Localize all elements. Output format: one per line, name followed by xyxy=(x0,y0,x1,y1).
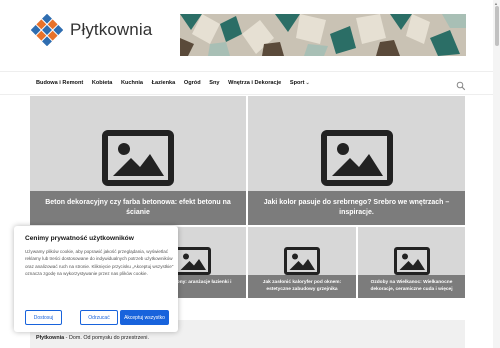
image-placeholder-icon xyxy=(102,130,174,186)
post-title[interactable]: Ozdoby na Wielkanoc: Wielkanocne dekorac… xyxy=(358,275,465,298)
nav-item-sport-label: Sport xyxy=(289,80,305,86)
post-title[interactable]: Jaki kolor pasuje do srebrnego? Srebro w… xyxy=(248,191,465,225)
post-card[interactable]: Jak zasłonić kaloryfer pod oknem: estety… xyxy=(248,227,356,298)
reject-button[interactable]: Odrzucać xyxy=(80,310,118,325)
post-card[interactable]: Jaki kolor pasuje do srebrnego? Srebro w… xyxy=(248,96,465,225)
site-logo[interactable]: Płytkownia xyxy=(30,13,153,47)
post-card[interactable]: Beton dekoracyjny czy farba betonowa: ef… xyxy=(30,96,246,225)
nav-item-kobieta[interactable]: Kobieta xyxy=(92,80,113,86)
nav-item-lazienka[interactable]: Łazienka xyxy=(152,80,176,86)
cookie-dialog-text: Używamy plików cookie, aby poprawić jako… xyxy=(25,249,174,276)
post-title[interactable]: Jak zasłonić kaloryfer pod oknem: estety… xyxy=(248,275,356,298)
footer-site-name[interactable]: Płytkownia xyxy=(36,335,64,341)
post-card[interactable]: Ozdoby na Wielkanoc: Wielkanocne dekorac… xyxy=(358,227,465,298)
nav-item-kuchnia[interactable]: Kuchnia xyxy=(121,80,143,86)
accept-all-button[interactable]: Akceptuj wszystko xyxy=(120,310,169,325)
image-placeholder-icon xyxy=(320,130,393,186)
header-banner-image[interactable] xyxy=(180,14,466,56)
image-placeholder-icon xyxy=(393,247,430,275)
customize-button[interactable]: Dostosuj xyxy=(25,310,62,325)
logo-tiles-icon xyxy=(30,13,64,47)
scrollbar-thumb[interactable] xyxy=(494,6,499,46)
main-navigation: Budowa i Remont Kobieta Kuchnia Łazienka… xyxy=(0,71,500,95)
footer-tagline: - Dom. Od pomysłu do przestrzeni. xyxy=(64,335,149,341)
nav-item-sny[interactable]: Sny xyxy=(209,80,219,86)
nav-item-wnetrza-i-dekoracje[interactable]: Wnętrza i Dekoracje xyxy=(228,80,281,86)
image-placeholder-icon xyxy=(175,247,211,275)
nav-item-ogrod[interactable]: Ogród xyxy=(184,80,201,86)
cookie-dialog-title: Cenimy prywatność użytkowników xyxy=(25,235,134,242)
image-placeholder-icon xyxy=(284,247,320,275)
footer-text: Płytkownia - Dom. Od pomysłu do przestrz… xyxy=(36,335,149,341)
page-scrollbar[interactable]: ▲ xyxy=(493,0,500,348)
nav-item-budowa-i-remont[interactable]: Budowa i Remont xyxy=(36,80,83,86)
chevron-down-icon: ⌄ xyxy=(305,80,310,86)
site-name: Płytkownia xyxy=(70,20,153,39)
search-icon[interactable] xyxy=(456,78,466,91)
cookie-consent-dialog: Cenimy prywatność użytkowników Używamy p… xyxy=(14,226,178,332)
post-title[interactable]: Beton dekoracyjny czy farba betonowa: ef… xyxy=(30,191,246,225)
nav-item-sport[interactable]: Sport⌄ xyxy=(290,80,310,86)
